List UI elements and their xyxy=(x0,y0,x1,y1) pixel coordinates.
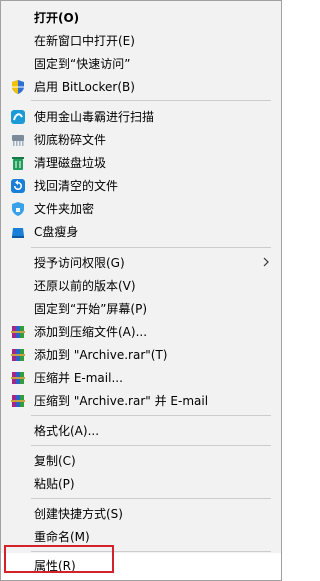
menu-item-copy[interactable]: 复制(C) xyxy=(1,450,281,472)
menu-separator xyxy=(31,445,271,446)
menu-separator xyxy=(31,415,271,416)
menu-separator xyxy=(31,247,271,248)
menu-item-c-slim[interactable]: C盘瘦身 xyxy=(1,221,281,243)
menu-item-paste[interactable]: 粘贴(P) xyxy=(1,473,281,495)
menu-item-recover-files[interactable]: 找回清空的文件 xyxy=(1,175,281,197)
menu-item-encrypt-folder[interactable]: 文件夹加密 xyxy=(1,198,281,220)
kingsoft-antivirus-icon xyxy=(11,110,25,124)
menu-item-label: 添加到 "Archive.rar"(T) xyxy=(34,348,168,362)
menu-item-label: 彻底粉碎文件 xyxy=(34,133,107,147)
menu-item-label: 文件夹加密 xyxy=(34,202,95,216)
menu-item-bitlocker[interactable]: 启用 BitLocker(B) xyxy=(1,76,281,98)
menu-item-label: 还原以前的版本(V) xyxy=(34,279,136,293)
menu-item-label: 粘贴(P) xyxy=(34,477,75,491)
recover-icon xyxy=(11,179,25,193)
trash-icon xyxy=(12,157,24,170)
menu-item-label: 在新窗口中打开(E) xyxy=(34,34,135,48)
menu-item-open[interactable]: 打开(O) xyxy=(1,7,281,29)
menu-item-create-shortcut[interactable]: 创建快捷方式(S) xyxy=(1,503,281,525)
menu-separator xyxy=(31,100,271,101)
menu-item-clean-disk[interactable]: 清理磁盘垃圾 xyxy=(1,152,281,174)
menu-item-open-new-window[interactable]: 在新窗口中打开(E) xyxy=(1,30,281,52)
menu-item-compress-email[interactable]: 压缩并 E-mail... xyxy=(1,367,281,389)
menu-item-kingsoft-scan[interactable]: 使用金山毒霸进行扫描 xyxy=(1,106,281,128)
folder-lock-icon xyxy=(12,202,24,216)
menu-item-add-archive[interactable]: 添加到压缩文件(A)... xyxy=(1,321,281,343)
winrar-icon xyxy=(11,372,25,384)
menu-item-label: 授予访问权限(G) xyxy=(34,256,125,270)
menu-item-label: 压缩并 E-mail... xyxy=(34,371,123,385)
menu-item-label: 添加到压缩文件(A)... xyxy=(34,325,148,339)
context-menu: 打开(O) 在新窗口中打开(E) 固定到“快速访问” 启用 BitLocker(… xyxy=(0,0,282,581)
menu-item-label: 清理磁盘垃圾 xyxy=(34,156,107,170)
menu-item-label: 打开(O) xyxy=(34,11,80,25)
menu-item-grant-access[interactable]: 授予访问权限(G) xyxy=(1,252,281,274)
menu-item-label: C盘瘦身 xyxy=(34,225,79,239)
highlight-annotation-box xyxy=(4,545,114,573)
winrar-icon xyxy=(11,326,25,338)
menu-item-compress-rar-email[interactable]: 压缩到 "Archive.rar" 并 E-mail xyxy=(1,390,281,412)
menu-item-label: 使用金山毒霸进行扫描 xyxy=(34,110,155,124)
menu-item-label: 复制(C) xyxy=(34,454,76,468)
menu-item-shred[interactable]: 彻底粉碎文件 xyxy=(1,129,281,151)
menu-item-label: 启用 BitLocker(B) xyxy=(34,80,135,94)
winrar-icon xyxy=(11,395,25,407)
shield-icon xyxy=(12,80,24,94)
chevron-right-icon xyxy=(263,257,269,267)
menu-item-label: 压缩到 "Archive.rar" 并 E-mail xyxy=(34,394,209,408)
menu-item-label: 重命名(M) xyxy=(34,530,90,544)
menu-item-pin-quick-access[interactable]: 固定到“快速访问” xyxy=(1,53,281,75)
menu-item-label: 找回清空的文件 xyxy=(34,179,119,193)
disk-icon xyxy=(12,228,24,238)
menu-item-format[interactable]: 格式化(A)... xyxy=(1,420,281,442)
winrar-icon xyxy=(11,349,25,361)
menu-item-label: 格式化(A)... xyxy=(34,424,100,438)
menu-separator xyxy=(31,498,271,499)
menu-item-label: 固定到“开始”屏幕(P) xyxy=(34,302,148,316)
menu-item-pin-start[interactable]: 固定到“开始”屏幕(P) xyxy=(1,298,281,320)
menu-item-restore-versions[interactable]: 还原以前的版本(V) xyxy=(1,275,281,297)
menu-item-label: 创建快捷方式(S) xyxy=(34,507,123,521)
menu-item-add-archive-rar[interactable]: 添加到 "Archive.rar"(T) xyxy=(1,344,281,366)
shredder-icon xyxy=(12,135,24,146)
menu-item-label: 固定到“快速访问” xyxy=(34,57,131,71)
